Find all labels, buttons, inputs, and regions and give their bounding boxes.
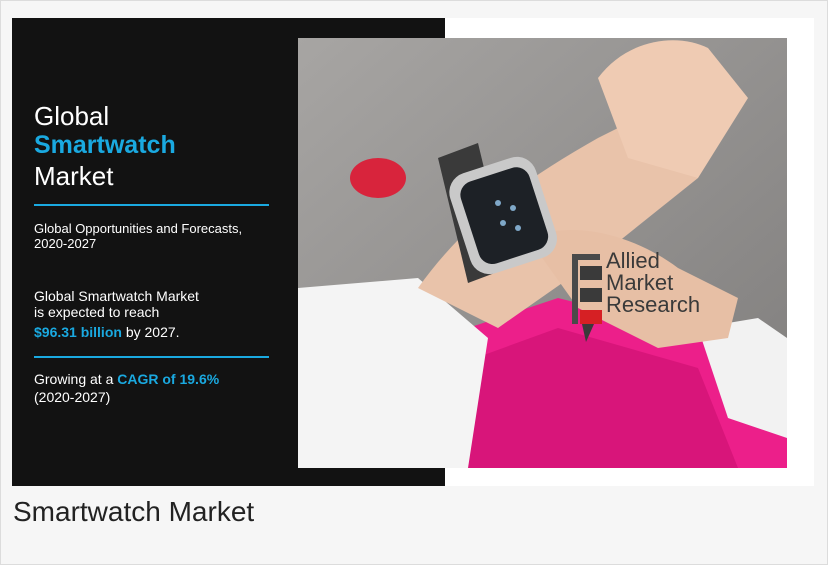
reach-text-line2: is expected to reach bbox=[34, 304, 160, 320]
logo-word-3: Research bbox=[606, 292, 701, 317]
growth-prefix: Growing at a bbox=[34, 371, 114, 387]
market-banner-image[interactable]: Global Smartwatch Market Global Opportun… bbox=[12, 18, 814, 486]
image-frame: Global Smartwatch Market Global Opportun… bbox=[0, 0, 828, 565]
reach-text-line1: Global Smartwatch Market bbox=[34, 288, 199, 304]
banner-title-line3: Market bbox=[34, 161, 114, 191]
reach-text-line3: $96.31 billion by 2027. bbox=[34, 325, 180, 340]
banner-subtitle-line2: 2020-2027 bbox=[34, 236, 97, 251]
growth-years: (2020-2027) bbox=[34, 389, 111, 405]
divider-line bbox=[34, 356, 269, 358]
image-caption: Smartwatch Market bbox=[13, 496, 255, 527]
reach-value: $96.31 billion bbox=[34, 324, 122, 340]
logo-word-1: Allied bbox=[606, 248, 660, 273]
banner-subtitle-line1: Global Opportunities and Forecasts, bbox=[34, 221, 243, 236]
allied-market-research-logo: Allied Market Research bbox=[568, 250, 758, 350]
growth-text: Growing at a CAGR of 19.6% bbox=[34, 372, 219, 387]
divider-line bbox=[34, 204, 269, 206]
banner-title-highlight: Smartwatch bbox=[34, 131, 176, 159]
banner-title-line1: Global bbox=[34, 101, 110, 131]
logo-word-2: Market bbox=[606, 270, 674, 295]
growth-cagr-value: CAGR of 19.6% bbox=[117, 371, 220, 387]
reach-suffix: by 2027. bbox=[125, 324, 180, 340]
